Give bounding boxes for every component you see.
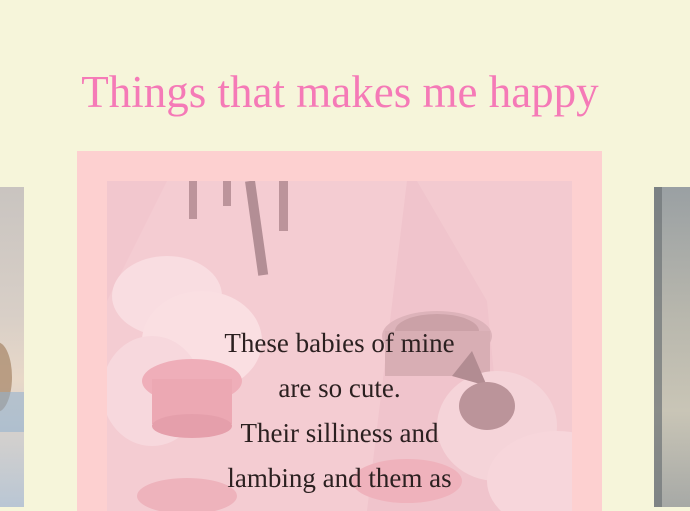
photo-detail <box>0 392 24 432</box>
page-title: Things that makes me happy <box>81 67 599 117</box>
caption-line: Their silliness and <box>240 418 439 448</box>
photo-detail <box>654 187 662 507</box>
card-caption: These babies of mine are so cute. Their … <box>107 321 572 501</box>
caption-line: lambing and them as <box>227 463 452 493</box>
carousel-next-card[interactable] <box>654 187 690 507</box>
carousel-prev-card[interactable] <box>0 187 24 507</box>
caption-line: These babies of mine <box>224 328 455 358</box>
happy-things-card: These babies of mine are so cute. Their … <box>77 151 602 511</box>
cats-photo: These babies of mine are so cute. Their … <box>107 181 572 511</box>
caption-line: are so cute. <box>278 373 401 403</box>
